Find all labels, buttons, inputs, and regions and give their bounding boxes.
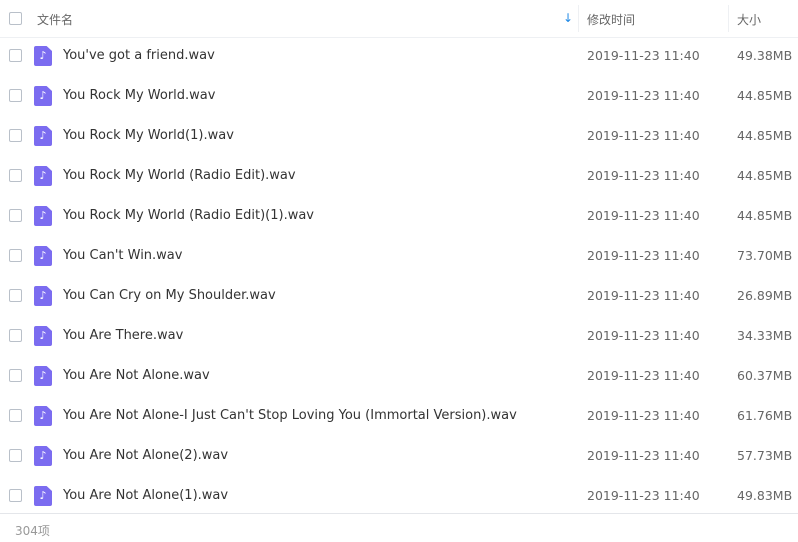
audio-file-icon: ♪ (34, 166, 52, 186)
file-name[interactable]: You Are There.wav (63, 328, 183, 343)
file-size: 44.85MB (737, 208, 793, 223)
file-name[interactable]: You Are Not Alone(2).wav (63, 448, 228, 463)
file-list: ♪ You've got a friend.wav 2019-11-23 11:… (0, 36, 798, 516)
row-checkbox[interactable] (9, 209, 22, 222)
column-divider[interactable] (578, 5, 579, 32)
file-size: 44.85MB (737, 88, 793, 103)
file-row[interactable]: ♪ You Can't Win.wav 2019-11-23 11:40 73.… (0, 236, 798, 276)
row-checkbox[interactable] (9, 369, 22, 382)
audio-file-icon: ♪ (34, 446, 52, 466)
row-checkbox[interactable] (9, 329, 22, 342)
file-name[interactable]: You Rock My World (Radio Edit)(1).wav (63, 208, 314, 223)
audio-file-icon: ♪ (34, 366, 52, 386)
file-size: 60.37MB (737, 368, 793, 383)
file-row[interactable]: ♪ You Rock My World (Radio Edit).wav 201… (0, 156, 798, 196)
row-checkbox[interactable] (9, 249, 22, 262)
column-header-name[interactable]: 文件名 (37, 11, 73, 28)
audio-file-icon: ♪ (34, 46, 52, 66)
select-all-checkbox[interactable] (9, 12, 22, 25)
file-row[interactable]: ♪ You Rock My World(1).wav 2019-11-23 11… (0, 116, 798, 156)
file-modified-time: 2019-11-23 11:40 (587, 88, 700, 103)
file-row[interactable]: ♪ You Are Not Alone-I Just Can't Stop Lo… (0, 396, 798, 436)
row-checkbox[interactable] (9, 289, 22, 302)
audio-file-icon: ♪ (34, 326, 52, 346)
file-row[interactable]: ♪ You Can Cry on My Shoulder.wav 2019-11… (0, 276, 798, 316)
file-size: 73.70MB (737, 248, 793, 263)
file-size: 57.73MB (737, 448, 793, 463)
file-list-header: 文件名 ↓ 修改时间 大小 (0, 0, 798, 38)
row-checkbox[interactable] (9, 489, 22, 502)
file-row[interactable]: ♪ You Rock My World.wav 2019-11-23 11:40… (0, 76, 798, 116)
file-size: 44.85MB (737, 168, 793, 183)
file-name[interactable]: You Rock My World(1).wav (63, 128, 234, 143)
row-checkbox[interactable] (9, 449, 22, 462)
row-checkbox[interactable] (9, 49, 22, 62)
audio-file-icon: ♪ (34, 206, 52, 226)
file-row[interactable]: ♪ You've got a friend.wav 2019-11-23 11:… (0, 36, 798, 76)
file-modified-time: 2019-11-23 11:40 (587, 408, 700, 423)
file-name[interactable]: You Are Not Alone-I Just Can't Stop Lovi… (63, 408, 517, 423)
file-size: 34.33MB (737, 328, 793, 343)
file-modified-time: 2019-11-23 11:40 (587, 288, 700, 303)
file-size: 49.83MB (737, 488, 793, 503)
column-divider[interactable] (728, 5, 729, 32)
file-row[interactable]: ♪ You Are Not Alone(2).wav 2019-11-23 11… (0, 436, 798, 476)
file-size: 44.85MB (737, 128, 793, 143)
file-row[interactable]: ♪ You Are Not Alone(1).wav 2019-11-23 11… (0, 476, 798, 516)
file-name[interactable]: You Rock My World (Radio Edit).wav (63, 168, 296, 183)
file-size: 26.89MB (737, 288, 793, 303)
file-modified-time: 2019-11-23 11:40 (587, 328, 700, 343)
file-row[interactable]: ♪ You Rock My World (Radio Edit)(1).wav … (0, 196, 798, 236)
status-bar: 304项 (0, 513, 798, 542)
audio-file-icon: ♪ (34, 286, 52, 306)
file-name[interactable]: You've got a friend.wav (63, 48, 215, 63)
audio-file-icon: ♪ (34, 86, 52, 106)
file-modified-time: 2019-11-23 11:40 (587, 48, 700, 63)
file-name[interactable]: You Can Cry on My Shoulder.wav (63, 288, 276, 303)
file-name[interactable]: You Are Not Alone(1).wav (63, 488, 228, 503)
row-checkbox[interactable] (9, 129, 22, 142)
file-size: 61.76MB (737, 408, 793, 423)
file-name[interactable]: You Can't Win.wav (63, 248, 182, 263)
row-checkbox[interactable] (9, 89, 22, 102)
file-modified-time: 2019-11-23 11:40 (587, 128, 700, 143)
audio-file-icon: ♪ (34, 246, 52, 266)
row-checkbox[interactable] (9, 409, 22, 422)
file-modified-time: 2019-11-23 11:40 (587, 168, 700, 183)
file-size: 49.38MB (737, 48, 793, 63)
audio-file-icon: ♪ (34, 406, 52, 426)
audio-file-icon: ♪ (34, 486, 52, 506)
file-row[interactable]: ♪ You Are There.wav 2019-11-23 11:40 34.… (0, 316, 798, 356)
column-header-size[interactable]: 大小 (737, 11, 761, 28)
file-modified-time: 2019-11-23 11:40 (587, 368, 700, 383)
file-modified-time: 2019-11-23 11:40 (587, 488, 700, 503)
audio-file-icon: ♪ (34, 126, 52, 146)
row-checkbox[interactable] (9, 169, 22, 182)
sort-arrow-icon[interactable]: ↓ (563, 11, 573, 25)
file-modified-time: 2019-11-23 11:40 (587, 448, 700, 463)
file-name[interactable]: You Rock My World.wav (63, 88, 215, 103)
file-name[interactable]: You Are Not Alone.wav (63, 368, 210, 383)
file-modified-time: 2019-11-23 11:40 (587, 248, 700, 263)
column-header-modified[interactable]: 修改时间 (587, 11, 635, 28)
file-row[interactable]: ♪ You Are Not Alone.wav 2019-11-23 11:40… (0, 356, 798, 396)
item-count: 304项 (15, 524, 50, 538)
file-modified-time: 2019-11-23 11:40 (587, 208, 700, 223)
